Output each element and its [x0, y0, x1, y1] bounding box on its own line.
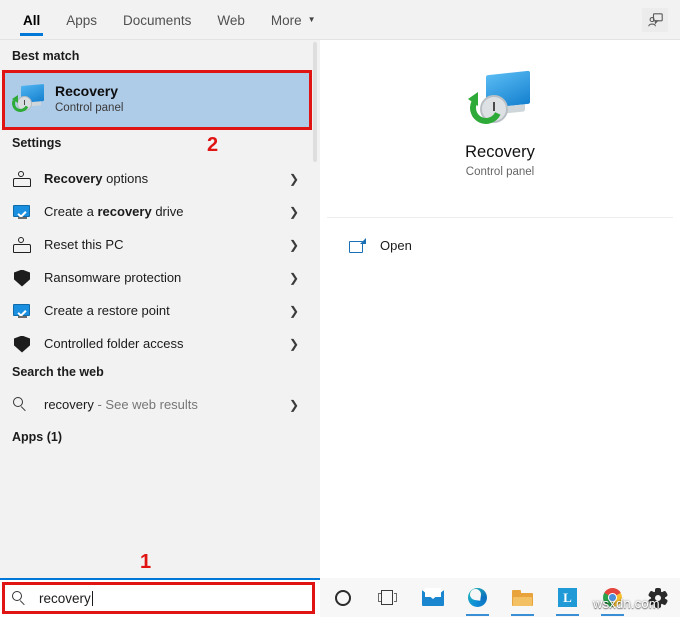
- open-button-label: Open: [380, 237, 412, 253]
- tab-apps-label: Apps: [66, 12, 98, 28]
- chevron-right-icon: ❯: [288, 336, 299, 351]
- person-box-icon: [12, 169, 32, 189]
- taskbar: L: [320, 578, 680, 617]
- search-input-value: recovery: [39, 591, 91, 606]
- chevron-right-icon: ❯: [288, 397, 299, 412]
- best-match-result-recovery[interactable]: Recovery Control panel: [3, 70, 311, 128]
- mail-icon: [421, 587, 444, 606]
- best-match-title: Recovery: [55, 82, 119, 99]
- open-external-icon: [349, 237, 366, 253]
- taskbar-item-cortana[interactable]: [320, 578, 365, 617]
- tab-apps[interactable]: Apps: [53, 0, 110, 40]
- taskbar-item-mail[interactable]: [410, 578, 455, 617]
- task-view-icon: [378, 590, 397, 605]
- tab-list: All Apps Documents Web More ▼: [10, 0, 329, 40]
- edge-icon: [468, 588, 487, 607]
- settings-item-label: Recovery options: [44, 171, 149, 186]
- tab-web-label: Web: [217, 12, 245, 28]
- web-result-recovery[interactable]: recovery - See web results ❯: [3, 388, 311, 421]
- settings-item-ransomware-protection[interactable]: Ransomware protection ❯: [3, 261, 311, 294]
- person-box-icon: [12, 235, 32, 255]
- search-box[interactable]: recovery: [0, 578, 320, 617]
- taskbar-item-edge[interactable]: [455, 578, 500, 617]
- open-button[interactable]: Open: [327, 228, 673, 262]
- preview-card: Recovery Control panel: [327, 45, 673, 218]
- search-flyout: All Apps Documents Web More ▼ Best match…: [0, 0, 680, 617]
- search-icon: [12, 395, 32, 415]
- search-icon: [12, 591, 27, 606]
- feedback-glyph: [647, 13, 663, 27]
- chevron-right-icon: ❯: [288, 204, 299, 219]
- taskbar-item-task-view[interactable]: [365, 578, 410, 617]
- shield-icon: [12, 268, 32, 288]
- text-caret: [91, 591, 93, 606]
- settings-item-create-recovery-drive[interactable]: Create a recovery drive ❯: [3, 195, 311, 228]
- settings-item-create-restore-point[interactable]: Create a restore point ❯: [3, 294, 311, 327]
- chevron-right-icon: ❯: [288, 303, 299, 318]
- l-app-icon: L: [558, 588, 577, 607]
- tab-web[interactable]: Web: [204, 0, 258, 40]
- chrome-icon: [603, 588, 622, 607]
- settings-item-recovery-options[interactable]: Recovery options ❯: [3, 162, 311, 195]
- recovery-icon: [9, 83, 44, 115]
- search-tab-bar: All Apps Documents Web More ▼: [0, 0, 680, 40]
- taskbar-item-l-app[interactable]: L: [545, 578, 590, 617]
- tab-all-label: All: [23, 12, 41, 28]
- apps-section-header: Apps (1): [12, 430, 62, 444]
- web-result-label: recovery - See web results: [44, 397, 198, 412]
- shield-icon: [12, 334, 32, 354]
- preview-pane: Recovery Control panel Open: [320, 40, 680, 578]
- folder-icon: [512, 589, 533, 606]
- recovery-icon: [465, 70, 532, 130]
- best-match-header: Best match: [12, 49, 80, 63]
- tab-all[interactable]: All: [10, 0, 53, 40]
- tab-documents[interactable]: Documents: [110, 0, 204, 40]
- best-match-text: Recovery Control panel: [55, 82, 123, 116]
- settings-item-controlled-folder-access[interactable]: Controlled folder access ❯: [3, 327, 311, 360]
- taskbar-item-chrome[interactable]: [590, 578, 635, 617]
- preview-subtitle: Control panel: [465, 166, 535, 178]
- tab-more-label: More: [270, 12, 302, 28]
- chevron-down-icon: ▼: [307, 15, 316, 24]
- settings-item-label: Ransomware protection: [44, 270, 182, 285]
- settings-item-reset-this-pc[interactable]: Reset this PC ❯: [3, 228, 311, 261]
- taskbar-item-settings[interactable]: [635, 578, 680, 617]
- settings-item-label: Create a recovery drive: [44, 204, 184, 219]
- settings-item-label: Reset this PC: [44, 237, 124, 252]
- results-scrollbar[interactable]: [313, 42, 317, 162]
- search-web-section-header: Search the web: [12, 365, 104, 379]
- settings-item-label: Create a restore point: [44, 303, 170, 318]
- tab-documents-label: Documents: [123, 12, 192, 28]
- results-pane: Best match Recovery Control panel Settin…: [0, 40, 320, 578]
- gear-icon: [647, 587, 668, 608]
- tab-more[interactable]: More ▼: [258, 0, 329, 40]
- taskbar-item-file-explorer[interactable]: [500, 578, 545, 617]
- chevron-right-icon: ❯: [288, 171, 299, 186]
- best-match-subtitle: Control panel: [55, 101, 124, 114]
- chevron-right-icon: ❯: [288, 270, 299, 285]
- monitor-check-icon: [12, 301, 32, 321]
- chevron-right-icon: ❯: [288, 237, 299, 252]
- cortana-circle-icon: [334, 589, 351, 606]
- settings-item-label: Controlled folder access: [44, 336, 184, 351]
- preview-title: Recovery: [465, 143, 535, 161]
- search-input[interactable]: recovery: [39, 591, 93, 606]
- monitor-check-icon: [12, 202, 32, 222]
- feedback-icon[interactable]: [642, 8, 668, 32]
- settings-section-header: Settings: [12, 136, 62, 150]
